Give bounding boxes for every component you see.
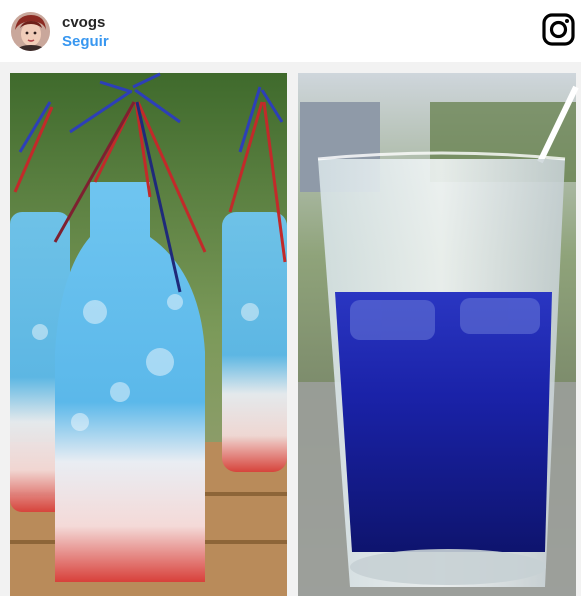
avatar-image bbox=[11, 12, 50, 51]
drinks-collage-image bbox=[10, 72, 579, 596]
follow-button[interactable]: Seguir bbox=[62, 33, 109, 51]
avatar[interactable] bbox=[11, 12, 50, 51]
instagram-icon[interactable] bbox=[542, 13, 575, 46]
username[interactable]: cvogs bbox=[62, 14, 105, 32]
post-header: cvogs Seguir bbox=[0, 0, 581, 62]
instagram-embed: cvogs Seguir bbox=[0, 0, 581, 596]
post-photo[interactable] bbox=[0, 62, 581, 596]
